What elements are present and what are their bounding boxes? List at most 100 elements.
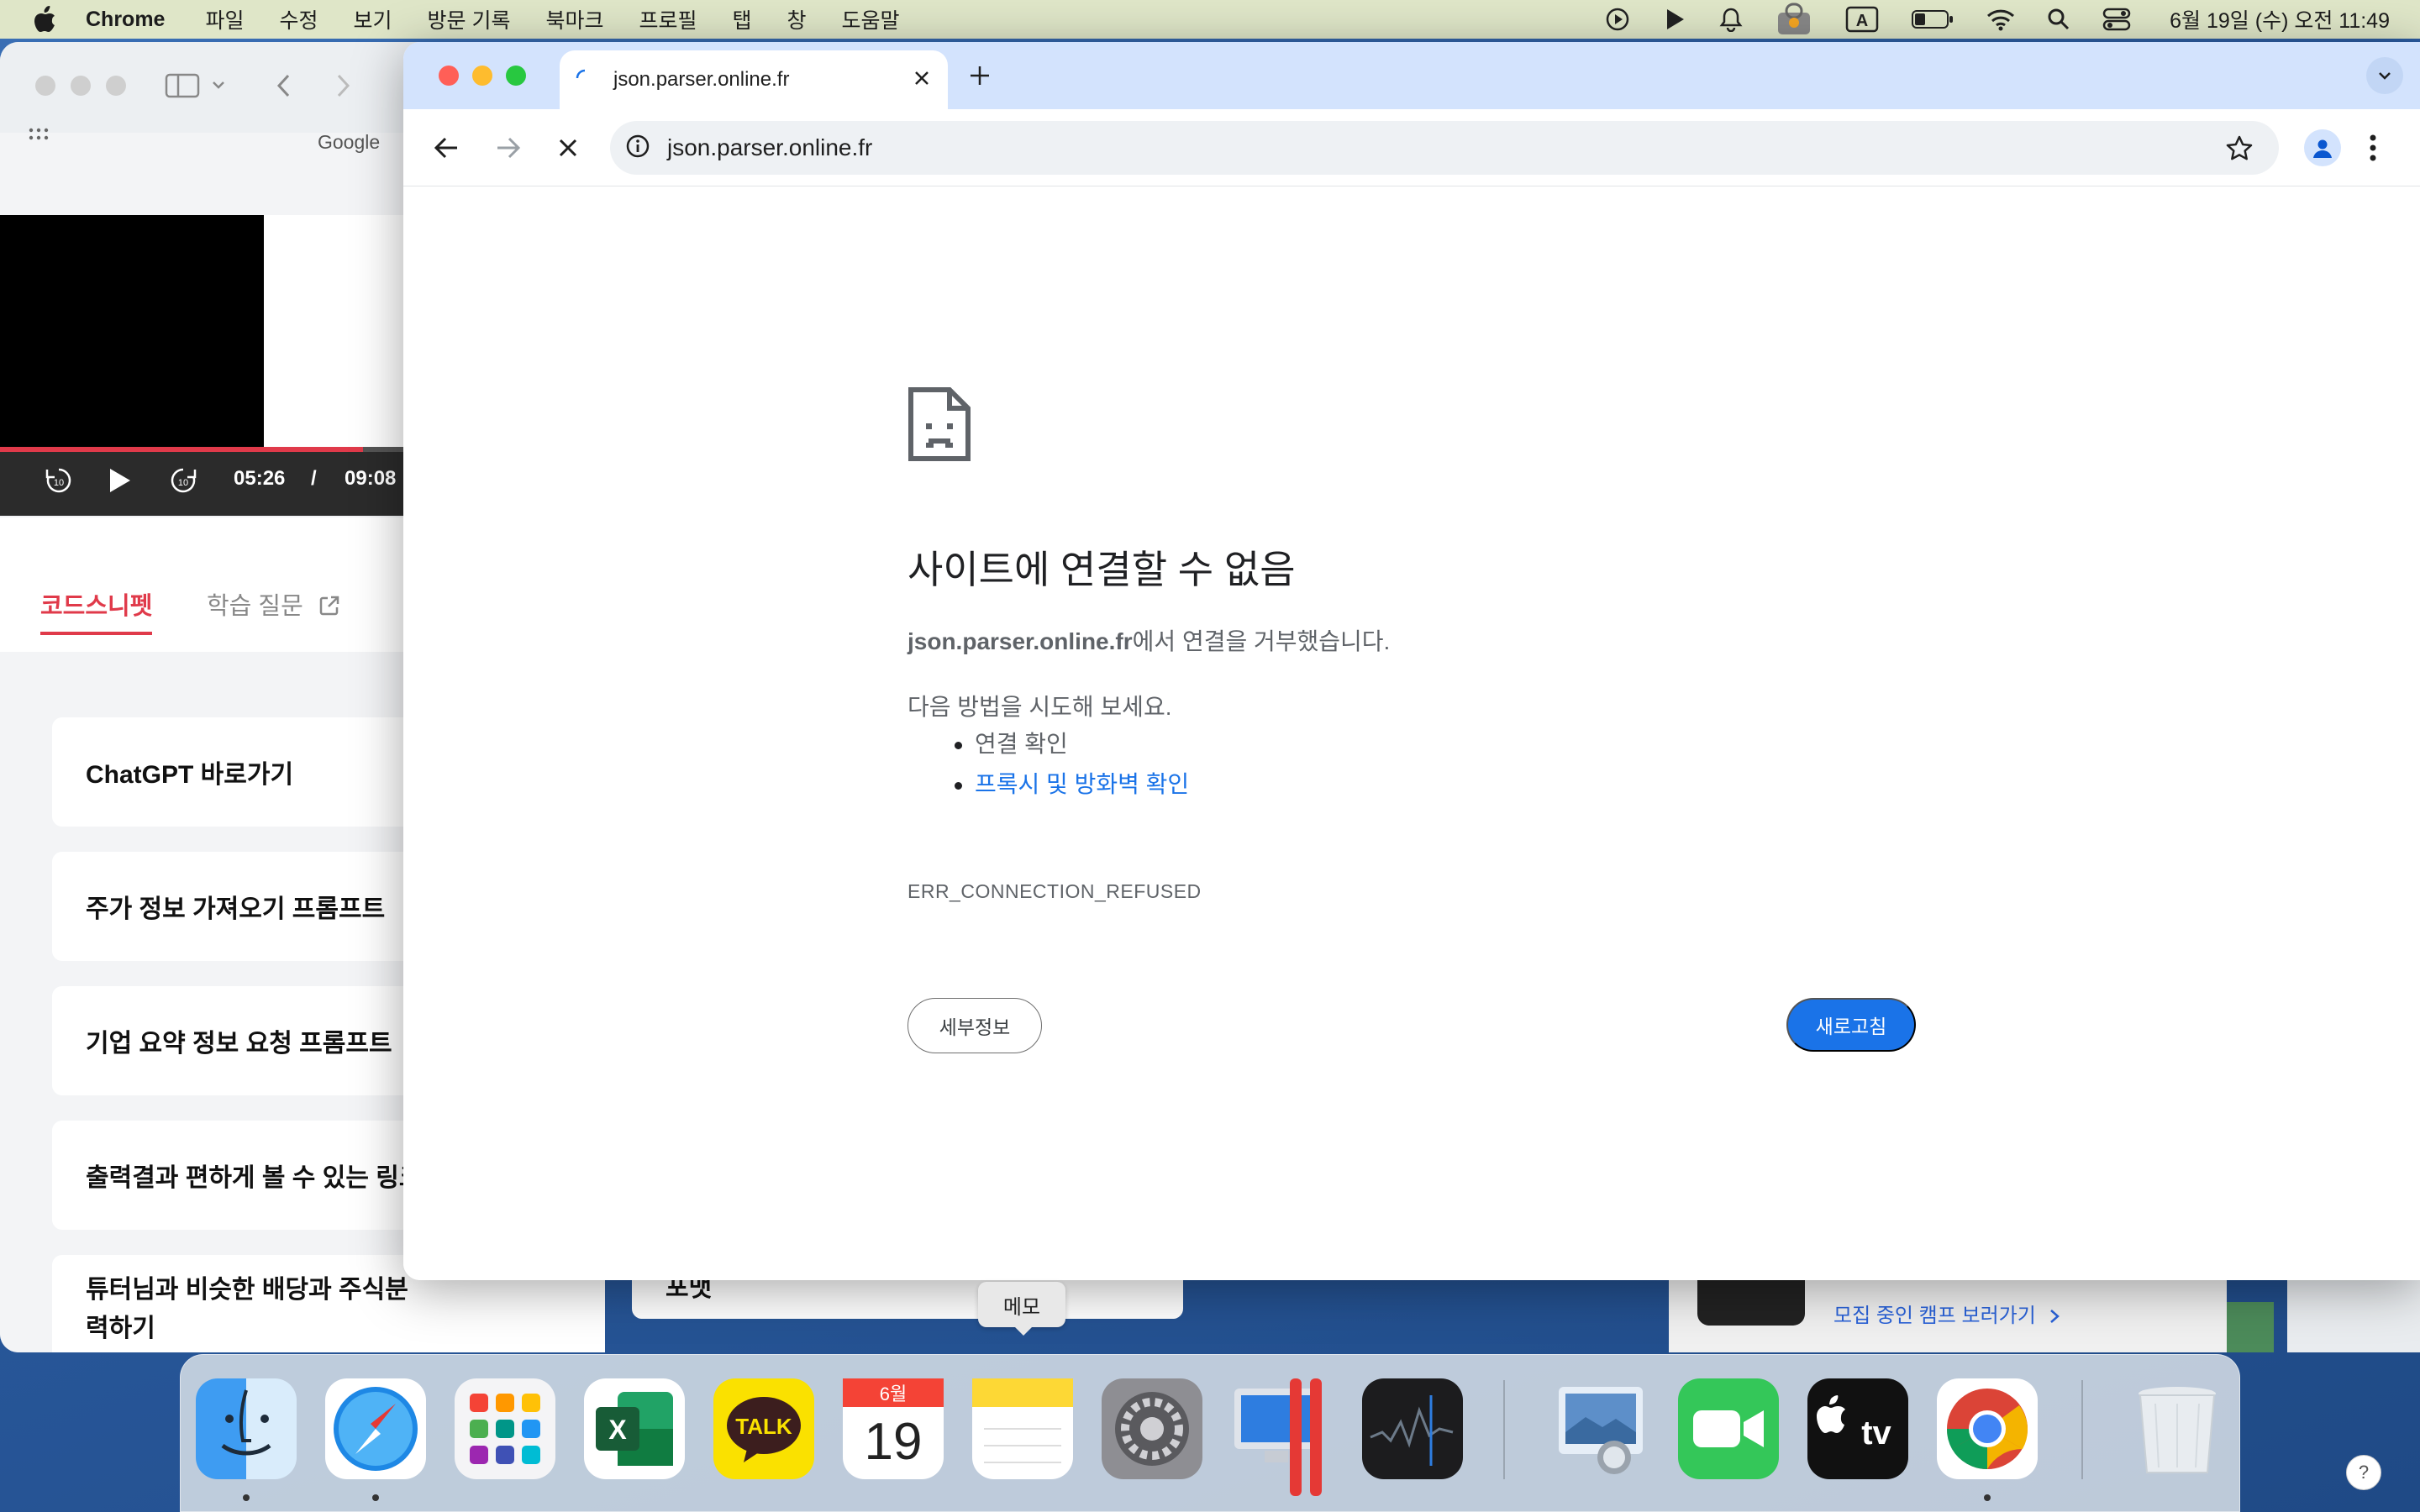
browser-toolbar: json.parser.online.fr <box>403 109 2420 186</box>
battery-icon[interactable] <box>1911 8 1954 30</box>
minimize-window-button[interactable] <box>472 66 492 86</box>
inactive-minimize-button[interactable] <box>71 76 91 96</box>
menu-history[interactable]: 방문 기록 <box>428 4 511 34</box>
control-center-icon[interactable] <box>2102 8 2131 31</box>
menu-bar: Chrome 파일 수정 보기 방문 기록 북마크 프로필 탭 창 도움말 A <box>0 0 2420 39</box>
tab-learning-question[interactable]: 학습 질문 <box>207 586 340 622</box>
error-description-text: 에서 연결을 거부했습니다. <box>1132 628 1391 654</box>
new-tab-icon[interactable] <box>968 64 992 92</box>
reload-button[interactable]: 새로고침 <box>1786 998 1916 1052</box>
menu-edit[interactable]: 수정 <box>279 4 318 34</box>
loading-spinner-icon <box>575 68 595 92</box>
back-icon[interactable] <box>429 129 466 171</box>
apple-tv-icon[interactable]: tv <box>1807 1378 1908 1479</box>
bookmark-star-icon[interactable] <box>2225 134 2254 167</box>
play-icon[interactable] <box>106 465 133 500</box>
background-window-controls <box>35 76 126 96</box>
external-link-icon <box>319 596 339 616</box>
media-play-icon[interactable] <box>1605 7 1630 32</box>
tab-title: json.parser.online.fr <box>613 68 790 91</box>
inactive-close-button[interactable] <box>35 76 55 96</box>
forward-10-icon[interactable]: 10 <box>168 465 198 500</box>
dock-separator <box>1503 1380 1505 1479</box>
tab-code-snippet[interactable]: 코드스니펫 <box>40 586 153 635</box>
video-progress-fill <box>0 447 363 452</box>
tab-active[interactable]: json.parser.online.fr <box>560 50 948 109</box>
menu-profiles[interactable]: 프로필 <box>639 4 697 34</box>
forward-icon[interactable] <box>489 129 526 171</box>
parallels-desktop-icon[interactable] <box>1231 1378 1332 1496</box>
apps-grid-icon[interactable] <box>29 128 49 152</box>
input-source-icon[interactable]: A <box>1845 6 1879 33</box>
profile-avatar-icon[interactable] <box>2304 129 2341 166</box>
rewind-10-icon[interactable]: 10 <box>44 465 74 500</box>
video-duration: 09:08 <box>345 467 397 490</box>
address-text[interactable]: json.parser.online.fr <box>667 134 872 161</box>
error-description: json.parser.online.fr에서 연결을 거부했습니다. <box>908 623 1390 657</box>
error-title: 사이트에 연결할 수 없음 <box>908 548 1296 591</box>
error-suggestion-list: 연결 확인 프록시 및 방화벽 확인 <box>908 724 1189 805</box>
finder-running-dot <box>243 1494 250 1501</box>
menu-app-name[interactable]: Chrome <box>86 8 165 32</box>
decorative-strip <box>2227 1302 2274 1352</box>
vpn-lock-icon[interactable] <box>1775 3 1813 36</box>
details-button[interactable]: 세부정보 <box>908 998 1042 1053</box>
stop-loading-icon[interactable] <box>550 129 587 171</box>
launchpad-icon[interactable] <box>455 1378 555 1479</box>
menu-view[interactable]: 보기 <box>354 4 392 34</box>
site-info-icon[interactable] <box>625 134 650 163</box>
notification-bell-icon[interactable] <box>1719 7 1743 32</box>
bookmark-google[interactable]: Google <box>318 131 380 154</box>
play-arrow-icon[interactable] <box>1662 7 1687 32</box>
video-current-time: 05:26 <box>234 467 286 490</box>
menubar-clock[interactable]: 6월 19일 (수) 오전 11:49 <box>2170 4 2390 34</box>
finder-icon[interactable] <box>196 1378 297 1479</box>
help-button[interactable]: ? <box>2346 1455 2381 1490</box>
menu-file[interactable]: 파일 <box>205 4 244 34</box>
suggestion-check-proxy-firewall-link[interactable]: 프록시 및 방화벽 확인 <box>908 764 1189 805</box>
background-forward-icon[interactable] <box>333 72 353 103</box>
calendar-icon[interactable]: 6월 19 <box>843 1378 944 1479</box>
address-bar[interactable]: json.parser.online.fr <box>610 121 2279 175</box>
facetime-icon[interactable] <box>1678 1378 1779 1479</box>
background-back-icon[interactable] <box>274 72 294 103</box>
error-suggestion-heading: 다음 방법을 시도해 보세요. <box>908 694 1172 720</box>
excel-icon[interactable]: X <box>584 1378 685 1479</box>
chrome-icon[interactable] <box>1937 1378 2038 1479</box>
apple-menu-icon[interactable] <box>32 6 57 33</box>
spotlight-search-icon[interactable] <box>2047 8 2070 31</box>
list-item-line-2: 력하기 <box>86 1315 155 1342</box>
preview-icon[interactable] <box>1550 1378 1651 1479</box>
more-options-icon[interactable] <box>2368 131 2378 169</box>
menu-bookmarks[interactable]: 북마크 <box>545 4 603 34</box>
dock-tooltip: 메모 <box>978 1282 1065 1336</box>
tab-learning-question-label: 학습 질문 <box>207 593 303 620</box>
zoom-window-button[interactable] <box>506 66 526 86</box>
tab-search-icon[interactable] <box>2366 57 2403 94</box>
menu-help[interactable]: 도움말 <box>842 4 900 34</box>
menu-tab[interactable]: 탭 <box>733 4 752 34</box>
svg-text:19: 19 <box>865 1413 923 1471</box>
camp-cta-link[interactable]: 모집 중인 캠프 보러가기 <box>1833 1299 2061 1328</box>
svg-text:10: 10 <box>54 478 64 488</box>
stocks-icon[interactable] <box>1362 1378 1463 1479</box>
svg-text:tv: tv <box>1861 1415 1891 1452</box>
notes-icon[interactable] <box>972 1378 1073 1479</box>
dock: X TALK 6월 19 tv <box>180 1354 2240 1512</box>
video-time-separator: / <box>311 467 317 490</box>
sidebar-toggle-icon[interactable] <box>165 72 232 103</box>
close-window-button[interactable] <box>439 66 459 86</box>
kakaotalk-icon[interactable]: TALK <box>713 1378 814 1479</box>
suggestion-check-connection: 연결 확인 <box>908 724 1189 764</box>
svg-text:10: 10 <box>178 478 188 488</box>
list-item-line-1: 튜터님과 비슷한 배당과 주식분 <box>86 1276 408 1304</box>
svg-text:X: X <box>608 1415 627 1445</box>
wifi-icon[interactable] <box>1986 8 2015 31</box>
trash-icon[interactable] <box>2127 1378 2228 1479</box>
safari-icon[interactable] <box>325 1378 426 1479</box>
system-settings-icon[interactable] <box>1102 1378 1202 1479</box>
inactive-zoom-button[interactable] <box>106 76 126 96</box>
menu-window[interactable]: 창 <box>787 4 807 34</box>
video-frame <box>0 215 264 447</box>
close-tab-icon[interactable] <box>913 69 931 92</box>
